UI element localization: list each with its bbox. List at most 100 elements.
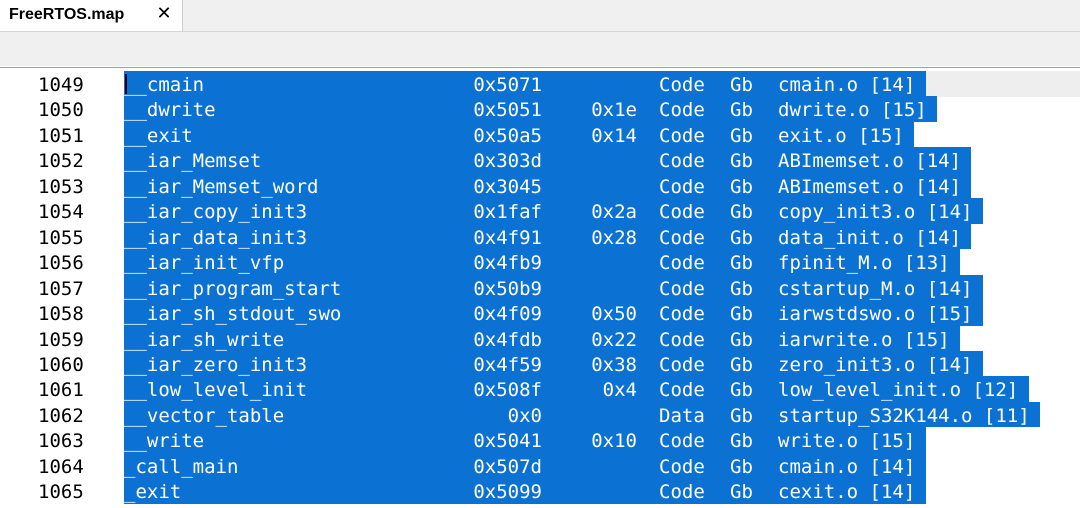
editor-line[interactable]: 1060 __iar_zero_init3 0x4f59 0x38 Code Gb zero… <box>0 350 1080 377</box>
symbol-kind: Code <box>659 252 705 275</box>
symbol-kind: Code <box>659 481 705 504</box>
symbol-scope: Gb <box>730 328 753 351</box>
symbol-name: __iar_init_vfp <box>124 252 285 275</box>
object-file: startup_S32K144.o [11] <box>778 404 1030 427</box>
current-line-highlight <box>925 71 1080 97</box>
symbol-kind: Code <box>659 226 705 249</box>
symbol-size: 0x22 <box>591 328 637 351</box>
symbol-scope: Gb <box>730 303 753 326</box>
symbol-kind: Code <box>659 430 705 453</box>
symbol-kind: Code <box>659 303 705 326</box>
line-number: 1057 <box>38 277 84 300</box>
editor-line[interactable]: 1053 __iar_Memset_word 0x3045 Code Gb ABImems… <box>0 172 1080 199</box>
object-file: dwrite.o [15] <box>778 99 927 122</box>
symbol-size: 0x50 <box>591 303 637 326</box>
symbol-address: 0x507d <box>473 455 542 478</box>
symbol-address: 0x5051 <box>473 99 542 122</box>
editor-line[interactable]: 1061 __low_level_init 0x508f 0x4 Code Gb low_l… <box>0 376 1080 402</box>
symbol-name: _exit <box>124 481 182 504</box>
symbol-kind: Code <box>659 328 705 351</box>
object-file: cstartup_M.o [14] <box>778 277 973 300</box>
symbol-address: 0x50b9 <box>473 277 542 300</box>
symbol-kind: Code <box>659 99 705 122</box>
line-number: 1049 <box>38 74 84 96</box>
symbol-scope: Gb <box>730 226 753 249</box>
tab-freertos-map[interactable]: FreeRTOS.map ✕ <box>0 0 183 31</box>
editor-line[interactable]: 1063 __write 0x5041 0x10 Code Gb write.o [15] <box>0 427 1080 453</box>
symbol-address: 0x303d <box>473 150 542 173</box>
object-file: data_init.o [14] <box>778 226 962 249</box>
object-file: ABImemset.o [14] <box>778 150 962 173</box>
object-file: cmain.o [14] <box>778 455 916 478</box>
text-editor[interactable]: 1049 __cmain 0x5071 Code Gb cmain.o [14] 1050 _… <box>0 67 1080 508</box>
editor-line[interactable]: 1062 __vector_table 0x0 Data Gb startup_S32K1… <box>0 401 1080 428</box>
line-number: 1056 <box>38 252 84 275</box>
symbol-scope: Gb <box>730 481 753 504</box>
text-caret <box>125 74 127 94</box>
line-number: 1061 <box>38 379 84 402</box>
close-icon[interactable]: ✕ <box>155 4 173 24</box>
symbol-size: 0x38 <box>591 353 637 376</box>
symbol-address: 0x4f91 <box>473 226 542 249</box>
symbol-kind: Code <box>659 201 705 224</box>
symbol-address: 0x0 <box>507 404 542 427</box>
editor-line[interactable]: 1058 __iar_sh_stdout_swo 0x4f09 0x50 Code Gb i… <box>0 300 1080 326</box>
editor-line[interactable]: 1052 __iar_Memset 0x303d Code Gb ABImemset.o … <box>0 147 1080 173</box>
symbol-address: 0x5041 <box>473 430 542 453</box>
line-number: 1052 <box>38 150 84 173</box>
symbol-name: __iar_sh_write <box>124 328 285 351</box>
symbol-address: 0x5071 <box>473 74 542 96</box>
object-file: exit.o [15] <box>778 124 904 147</box>
editor-line[interactable]: 1065 _exit 0x5099 Code Gb cexit.o [14] <box>0 478 1080 504</box>
editor-line[interactable]: 1051 __exit 0x50a5 0x14 Code Gb exit.o [15] <box>0 121 1080 148</box>
symbol-address: 0x50a5 <box>473 124 542 147</box>
object-file: ABImemset.o [14] <box>778 175 962 198</box>
line-number: 1059 <box>38 328 84 351</box>
symbol-name: __write <box>124 430 205 453</box>
editor-line[interactable]: 1050 __dwrite 0x5051 0x1e Code Gb dwrite.o [15… <box>0 96 1080 123</box>
symbol-name: __low_level_init <box>124 379 308 402</box>
editor-line[interactable]: 1064 _call_main 0x507d Code Gb cmain.o [14] <box>0 452 1080 479</box>
line-number: 1050 <box>38 99 84 122</box>
symbol-scope: Gb <box>730 430 753 453</box>
editor-line[interactable]: 1057 __iar_program_start 0x50b9 Code Gb cstar… <box>0 274 1080 301</box>
line-number: 1064 <box>38 455 84 478</box>
tab-bar: FreeRTOS.map ✕ <box>0 0 1080 32</box>
editor-line[interactable]: 1049 __cmain 0x5071 Code Gb cmain.o [14] <box>0 71 1080 97</box>
symbol-name: __iar_Memset_word <box>124 175 319 198</box>
symbol-size: 0x4 <box>602 379 637 402</box>
symbol-kind: Code <box>659 150 705 173</box>
editor-line[interactable]: 1054 __iar_copy_init3 0x1faf 0x2a Code Gb copy… <box>0 198 1080 224</box>
symbol-name: __iar_program_start <box>124 277 342 300</box>
symbol-size: 0x1e <box>591 99 637 122</box>
object-file: cexit.o [14] <box>778 481 916 504</box>
symbol-address: 0x4fb9 <box>473 252 542 275</box>
symbol-scope: Gb <box>730 201 753 224</box>
symbol-address: 0x5099 <box>473 481 542 504</box>
symbol-kind: Data <box>659 404 705 427</box>
symbol-scope: Gb <box>730 124 753 147</box>
object-file: fpinit_M.o [13] <box>778 252 950 275</box>
symbol-kind: Code <box>659 455 705 478</box>
symbol-scope: Gb <box>730 175 753 198</box>
line-number: 1062 <box>38 404 84 427</box>
symbol-name: __iar_sh_stdout_swo <box>124 303 342 326</box>
tab-title: FreeRTOS.map <box>9 6 125 23</box>
editor-line[interactable]: 1055 __iar_data_init3 0x4f91 0x28 Code Gb data… <box>0 223 1080 250</box>
symbol-address: 0x3045 <box>473 175 542 198</box>
symbol-scope: Gb <box>730 277 753 300</box>
symbol-name: __iar_Memset <box>124 150 262 173</box>
editor-line[interactable]: 1059 __iar_sh_write 0x4fdb 0x22 Code Gb iarwri… <box>0 325 1080 352</box>
editor-line[interactable]: 1056 __iar_init_vfp 0x4fb9 Code Gb fpinit_M.o… <box>0 249 1080 275</box>
object-file: iarwstdswo.o [15] <box>778 303 973 326</box>
symbol-kind: Code <box>659 124 705 147</box>
symbol-size: 0x10 <box>591 430 637 453</box>
line-number: 1051 <box>38 124 84 147</box>
symbol-size: 0x14 <box>591 124 637 147</box>
symbol-address: 0x4f09 <box>473 303 542 326</box>
symbol-address: 0x4fdb <box>473 328 542 351</box>
line-number: 1063 <box>38 430 84 453</box>
symbol-name: __iar_data_init3 <box>124 226 308 249</box>
symbol-name: _call_main <box>124 455 239 478</box>
symbol-scope: Gb <box>730 252 753 275</box>
